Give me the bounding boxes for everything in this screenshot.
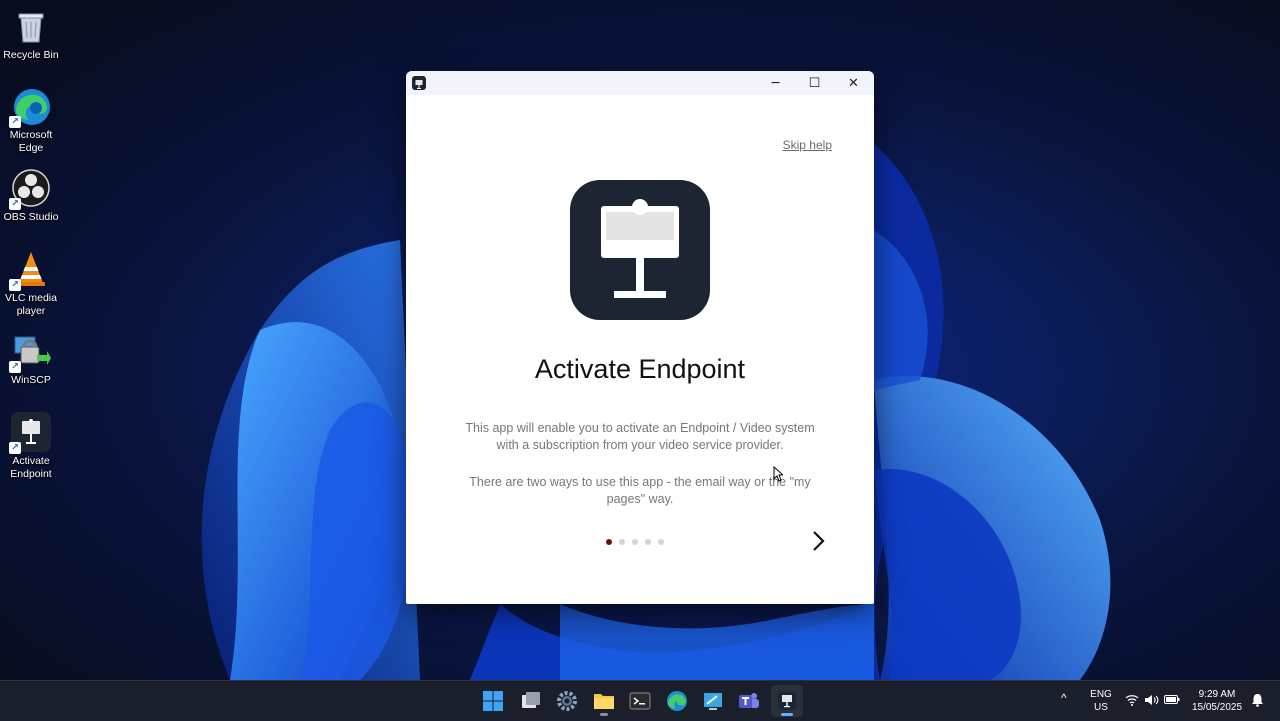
page-dot[interactable] <box>619 539 625 545</box>
mouse-cursor-icon <box>773 466 783 482</box>
obs-icon: ↗ <box>9 168 51 210</box>
teams-button[interactable] <box>733 685 765 717</box>
clock-date: 15/05/2025 <box>1191 702 1243 713</box>
desktop-icon-label: Microsoft Edge <box>9 129 53 154</box>
settings-icon <box>557 691 577 711</box>
desktop-icon-activate-endpoint[interactable]: ↗ Activate Endpoint <box>2 412 60 481</box>
window-titlebar[interactable]: ─ ☐ ✕ <box>406 71 874 95</box>
file-explorer-icon <box>594 694 614 709</box>
terminal-icon <box>629 692 651 710</box>
minimize-button[interactable]: ─ <box>756 71 795 95</box>
start-icon <box>483 691 503 711</box>
close-icon: ✕ <box>848 75 859 91</box>
active-indicator <box>781 713 793 716</box>
activate-endpoint-icon <box>778 692 796 710</box>
start-button[interactable] <box>477 685 509 717</box>
chevron-right-icon <box>813 531 825 551</box>
volume-icon[interactable] <box>1144 693 1159 707</box>
teams-icon <box>739 693 759 708</box>
clock-time: 9:29 AM <box>1198 689 1236 700</box>
vlc-icon: ↗ <box>9 249 51 291</box>
battery-icon[interactable] <box>1164 694 1180 705</box>
language-top: ENG <box>1090 689 1112 700</box>
desktop-icon-label: Activate Endpoint <box>10 455 52 480</box>
taskbar: ^ ENG US 9:29 AM 15/05/2025 <box>0 680 1280 721</box>
maximize-icon: ☐ <box>808 75 821 91</box>
desktop-icon-recycle-bin[interactable]: Recycle Bin <box>2 6 60 62</box>
desktop-icon-label: WinSCP <box>11 374 51 386</box>
app-logo <box>570 180 710 320</box>
clock[interactable]: 9:29 AM 15/05/2025 <box>1186 688 1248 714</box>
wifi-icon[interactable] <box>1125 694 1139 706</box>
close-button[interactable]: ✕ <box>834 71 873 95</box>
remote-desktop-button[interactable] <box>697 685 729 717</box>
page-dot[interactable] <box>645 539 651 545</box>
skip-help-link[interactable]: Skip help <box>783 138 832 152</box>
desktop-icon-vlc[interactable]: ↗ VLC media player <box>2 249 60 318</box>
desktop-icon-label: OBS Studio <box>3 211 59 223</box>
usage-paragraph: There are two ways to use this app - the… <box>469 475 811 506</box>
activate-endpoint-icon: ↗ <box>9 412 51 454</box>
page-dot[interactable] <box>658 539 664 545</box>
maximize-button[interactable]: ☐ <box>795 71 834 95</box>
activate-endpoint-window: ─ ☐ ✕ Skip help Activate Endpoint This a… <box>406 71 874 604</box>
notification-bell-icon[interactable] <box>1251 693 1264 707</box>
show-hidden-icons-button[interactable]: ^ <box>1061 692 1067 705</box>
activate-endpoint-taskbar-button[interactable] <box>771 685 803 717</box>
next-button[interactable] <box>806 529 830 553</box>
presentation-board-icon <box>601 199 679 298</box>
edge-icon: ↗ <box>9 86 51 128</box>
minimize-icon: ─ <box>771 75 780 91</box>
winscp-icon: ↗ <box>9 331 51 373</box>
terminal-button[interactable] <box>624 685 656 717</box>
desktop-icon-label: VLC media player <box>5 292 57 317</box>
language-bottom: US <box>1094 702 1108 713</box>
task-view-icon <box>522 692 540 708</box>
language-indicator[interactable]: ENG US <box>1086 688 1116 714</box>
page-dot[interactable] <box>632 539 638 545</box>
edge-taskbar-button[interactable] <box>661 685 693 717</box>
edge-icon <box>667 691 687 711</box>
desktop-icon-obs-studio[interactable]: ↗ OBS Studio <box>2 168 60 224</box>
desktop-icon-microsoft-edge[interactable]: ↗ Microsoft Edge <box>2 86 60 155</box>
app-title-icon <box>412 76 426 90</box>
file-explorer-button[interactable] <box>588 685 620 717</box>
intro-paragraph: This app will enable you to activate an … <box>465 421 815 452</box>
recycle-bin-icon <box>11 6 51 46</box>
desktop-icon-winscp[interactable]: ↗ WinSCP <box>2 331 60 387</box>
remote-desktop-icon <box>704 693 722 710</box>
page-dot-active[interactable] <box>606 539 612 545</box>
task-view-button[interactable] <box>515 685 547 717</box>
settings-button[interactable] <box>551 685 583 717</box>
desktop-icon-label: Recycle Bin <box>3 49 59 61</box>
page-title: Activate Endpoint <box>534 354 746 384</box>
page-indicator <box>606 539 664 545</box>
